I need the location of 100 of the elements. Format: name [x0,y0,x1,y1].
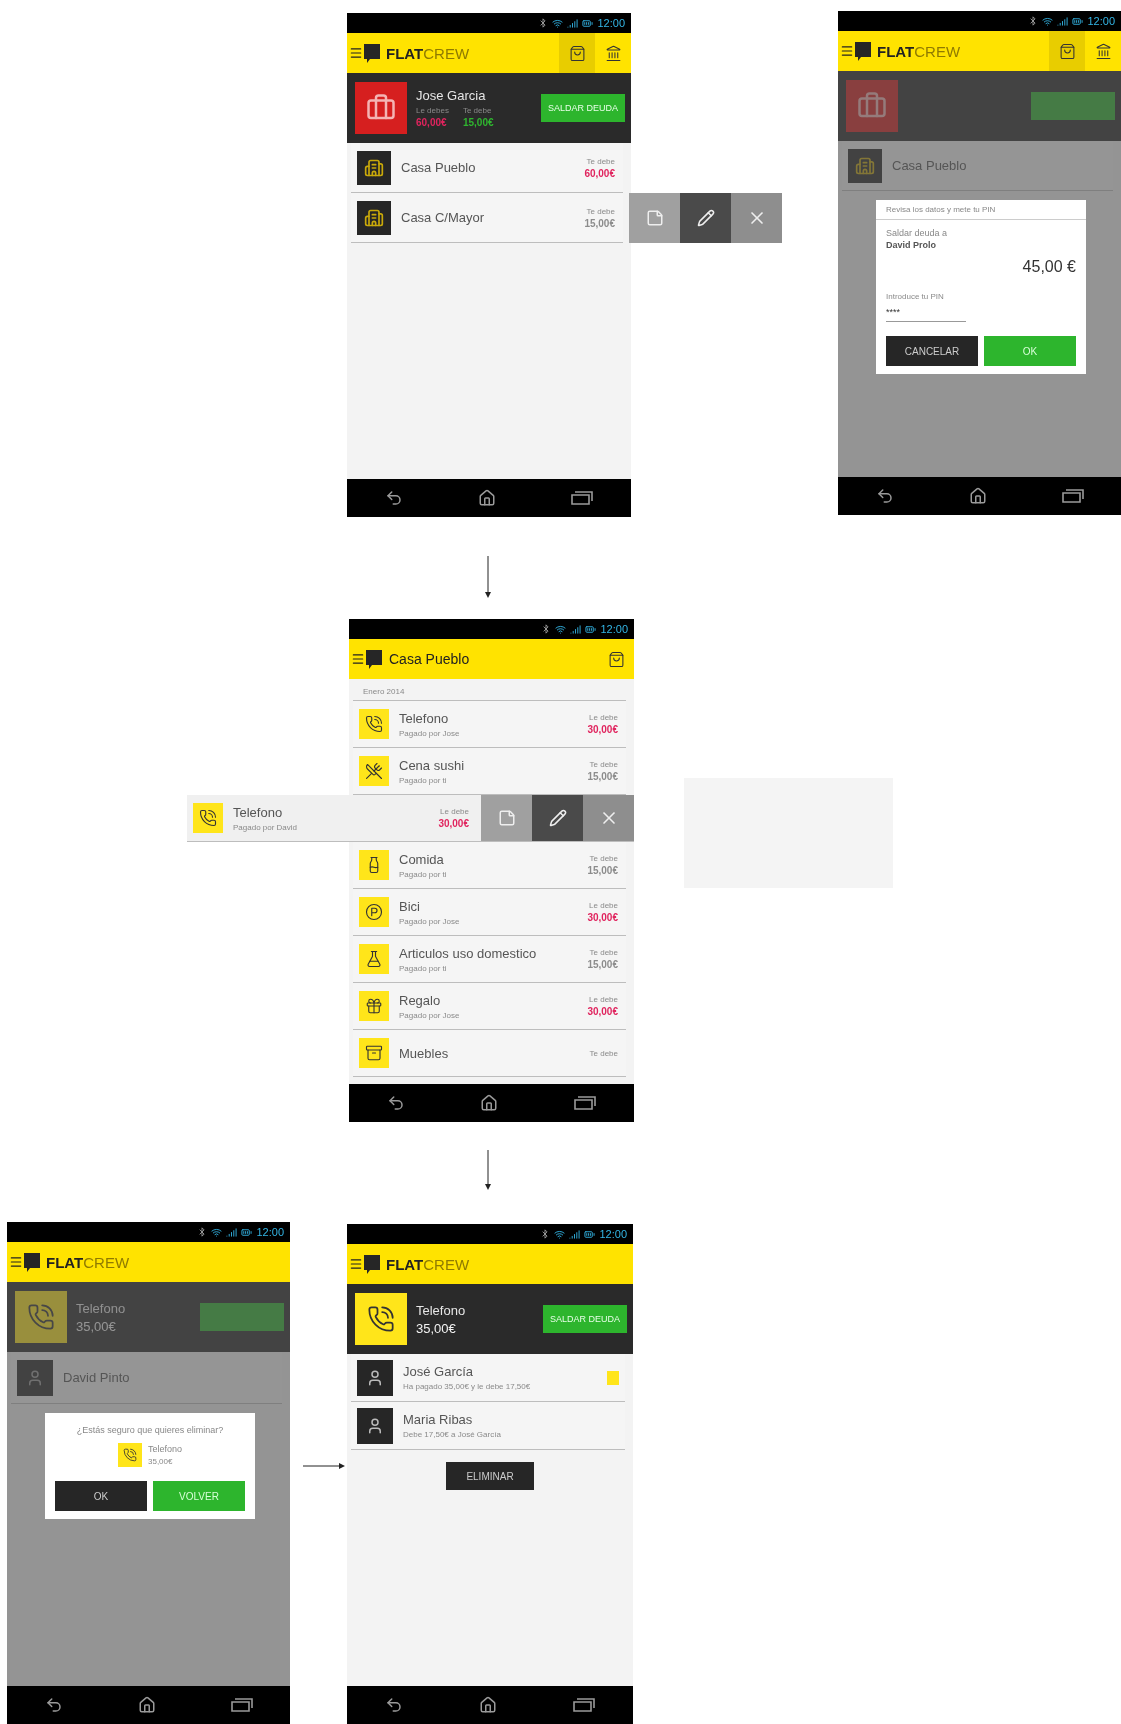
balance-label: Te debe [586,206,615,216]
battery-icon [585,623,597,635]
logo-icon [363,42,381,64]
balance-label: Le debe [589,995,618,1004]
menu-icon[interactable] [349,1257,363,1271]
balance-label: Te debe [589,1048,618,1058]
balance-amount: 15,00€ [587,865,618,876]
menu-icon[interactable] [351,652,365,666]
status-time: 12:00 [600,623,628,635]
menu-icon[interactable] [349,46,363,60]
battery-icon [241,1226,253,1238]
balance-amount: 60,00€ [584,167,615,179]
back-icon[interactable] [875,487,894,505]
screen-title: Casa Pueblo [389,651,470,667]
paid-by-text: Pagado por ti [399,869,448,879]
balance-label: Te debe [589,854,618,863]
debt-amount: 45,00 € [1022,258,1076,276]
dialog-button[interactable]: OK [55,1481,147,1511]
menu-icon[interactable] [840,44,854,58]
toolbar-button[interactable] [1049,31,1085,71]
flask-icon [365,950,383,968]
signal-icon [570,623,582,635]
bag-icon [607,650,625,668]
bluetooth-icon [538,18,549,28]
edit-button[interactable] [680,193,731,243]
balance-label: Te debe [589,948,618,957]
bluetooth-icon [541,624,552,634]
edit-button[interactable] [532,795,583,841]
expense-name: Muebles [399,1045,450,1061]
expense-name: Telefono [416,1302,467,1318]
wifi-icon [555,623,567,635]
status-time: 12:00 [599,1228,627,1240]
home-icon[interactable] [478,489,496,507]
paid-by-text: Pagado por Jose [399,916,461,926]
logo-icon [365,648,383,670]
menu-icon[interactable] [9,1255,23,1269]
paid-by-text: Pagado por ti [399,963,448,973]
pin-label: Introduce tu PIN [886,292,945,301]
pin-field[interactable]: **** [886,303,966,322]
wifi-icon [552,17,564,29]
home-icon[interactable] [479,1696,497,1714]
bag-icon [568,44,586,62]
home-icon[interactable] [480,1094,499,1112]
group-name: Casa Pueblo [401,160,477,175]
wifi-icon [211,1226,223,1238]
home-icon[interactable] [137,1696,156,1714]
balance-amount: 15,00€ [587,959,618,970]
recent-apps-icon[interactable] [1061,489,1084,503]
phone-icon [199,809,217,827]
expense-name: Telefono [399,710,450,726]
dialog-button[interactable]: CANCELAR [886,336,978,366]
paid-by-text: Pagado por Jose [399,728,461,738]
balance-amount: 60,00€ [416,117,448,128]
expense-name: Bici [399,898,421,914]
balance-label: Le debe [589,713,618,722]
balance-amount: 30,00€ [587,1006,618,1017]
expense-amount: 35,00€ [148,1457,174,1466]
person-icon [26,1368,44,1387]
expense-name: Articulos uso domestico [399,945,538,961]
home-icon[interactable] [968,487,987,505]
person-icon [366,1416,384,1435]
app-logo-text: FLATCREW [46,1253,130,1271]
balance-label: Te debe [462,106,493,115]
expense-amount: 35,00€ [416,1320,457,1336]
balance-label: Te debe [589,760,618,769]
toolbar-button[interactable] [559,33,595,73]
building-icon [364,207,384,228]
balance-amount: 30,00€ [587,912,618,923]
recent-apps-icon[interactable] [573,1698,595,1712]
phone-icon [365,715,383,733]
group-name: Casa C/Mayor [401,210,486,225]
signal-icon [1057,15,1069,27]
flow-arrow [302,1463,345,1469]
person-name: David Prolo [886,240,937,250]
recent-apps-icon[interactable] [574,1096,597,1110]
member-name: José García [403,1364,475,1379]
signal-icon [569,1228,581,1240]
gift-icon [365,997,383,1015]
delete-button[interactable]: ELIMINAR [446,1462,534,1490]
balance-amount: 15,00€ [584,217,615,229]
recent-apps-icon[interactable] [571,491,594,505]
expense-row[interactable]: Telefono Pagado por David Le debe 30,00€ [187,795,634,842]
member-detail: Ha pagado 35,00€ y le debe 17,50€ [403,1382,532,1391]
balance-amount: 15,00€ [587,771,618,782]
app-logo-text: FLATCREW [386,44,470,62]
dialog-title: Revisa los datos y mete tu PIN [876,200,1086,220]
wifi-icon [1042,15,1054,27]
landmark-icon [1094,42,1112,60]
flow-arrow [485,555,491,598]
phone-icon [27,1303,55,1331]
battery-icon [1072,15,1084,27]
note-icon [645,209,664,227]
back-icon[interactable] [385,1696,403,1714]
dialog-text: Saldar deuda a [886,228,949,238]
back-icon[interactable] [384,489,403,507]
back-icon[interactable] [386,1094,405,1112]
back-icon[interactable] [44,1696,63,1714]
recent-apps-icon[interactable] [230,1698,253,1712]
paid-by-text: Pagado por David [233,822,299,832]
logo-icon [23,1251,41,1273]
